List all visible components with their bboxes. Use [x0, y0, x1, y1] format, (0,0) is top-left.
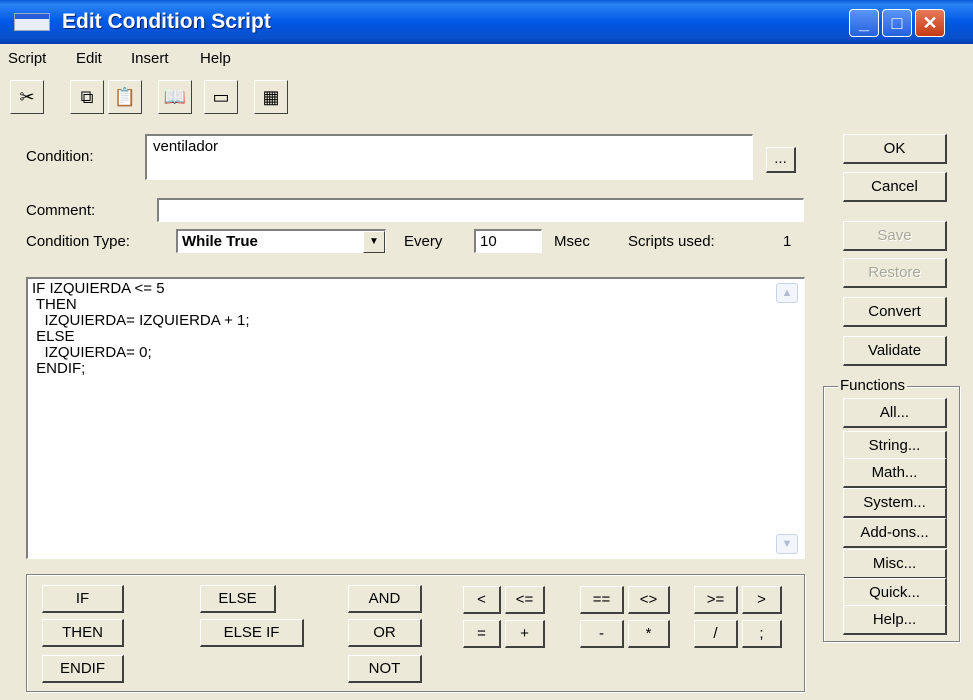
functions-all-button[interactable]: All... — [843, 398, 947, 428]
minus-button[interactable]: - — [580, 620, 624, 648]
paste-icon[interactable]: 📋 — [108, 80, 142, 114]
multiply-button[interactable]: * — [628, 620, 670, 648]
script-text: IF IZQUIERDA <= 5 THEN IZQUIERDA= IZQUIE… — [32, 280, 250, 377]
browse-condition-button[interactable]: ... — [766, 147, 796, 173]
convert-button[interactable]: Convert — [843, 297, 947, 327]
or-button[interactable]: OR — [348, 619, 422, 647]
menu-insert[interactable]: Insert — [131, 50, 169, 67]
close-button[interactable]: ✕ — [915, 9, 945, 37]
window-title: Edit Condition Script — [62, 10, 271, 33]
every-label: Every — [404, 233, 443, 250]
menu-script[interactable]: Script — [8, 50, 46, 67]
condition-field[interactable]: ventilador — [145, 134, 753, 180]
not-equal-button[interactable]: <> — [628, 586, 670, 614]
window-icon — [14, 13, 50, 31]
greater-equal-button[interactable]: >= — [694, 586, 738, 614]
menu-bar: Script Edit Insert Help — [0, 44, 973, 72]
title-bar[interactable]: Edit Condition Script _ □ ✕ — [0, 0, 973, 44]
functions-quick-button[interactable]: Quick... — [843, 578, 947, 608]
edit-condition-script-window: Edit Condition Script _ □ ✕ Script Edit … — [0, 0, 973, 700]
scroll-up-icon[interactable]: ▲ — [776, 283, 798, 303]
cut-icon[interactable]: ✂ — [10, 80, 44, 114]
comment-label: Comment: — [26, 202, 96, 219]
semicolon-button[interactable]: ; — [742, 620, 782, 648]
condition-type-value: While True — [182, 233, 258, 250]
plus-button[interactable]: + — [505, 620, 545, 648]
window-frame-icon[interactable]: ▭ — [204, 80, 238, 114]
functions-string-button[interactable]: String... — [843, 431, 947, 461]
greater-than-button[interactable]: > — [742, 586, 782, 614]
equal-compare-button[interactable]: == — [580, 586, 624, 614]
condition-type-select[interactable]: While True ▼ — [176, 229, 386, 253]
and-button[interactable]: AND — [348, 585, 422, 613]
functions-help-button[interactable]: Help... — [843, 605, 947, 635]
scripts-used-label: Scripts used: — [628, 233, 715, 250]
less-equal-button[interactable]: <= — [505, 586, 545, 614]
functions-addons-button[interactable]: Add-ons... — [843, 518, 947, 548]
cancel-button[interactable]: Cancel — [843, 172, 947, 202]
menu-help[interactable]: Help — [200, 50, 231, 67]
msec-label: Msec — [554, 233, 590, 250]
ok-button[interactable]: OK — [843, 134, 947, 164]
condition-value: ventilador — [153, 138, 219, 155]
maximize-button[interactable]: □ — [882, 9, 912, 37]
then-button[interactable]: THEN — [42, 619, 124, 647]
book-icon[interactable]: 📖 — [158, 80, 192, 114]
if-button[interactable]: IF — [42, 585, 124, 613]
image-icon[interactable]: ▦ — [254, 80, 288, 114]
endif-button[interactable]: ENDIF — [42, 655, 124, 683]
scripts-used-value: 1 — [783, 233, 792, 250]
menu-edit[interactable]: Edit — [76, 50, 102, 67]
less-than-button[interactable]: < — [463, 586, 501, 614]
functions-title: Functions — [838, 377, 908, 394]
functions-system-button[interactable]: System... — [843, 488, 947, 518]
copy-icon[interactable]: ⧉ — [70, 80, 104, 114]
chevron-down-icon[interactable]: ▼ — [363, 231, 385, 253]
every-input[interactable]: 10 — [474, 229, 542, 253]
every-value: 10 — [480, 233, 497, 250]
comment-input[interactable] — [157, 198, 804, 222]
else-if-button[interactable]: ELSE IF — [200, 619, 304, 647]
scroll-down-icon[interactable]: ▼ — [776, 534, 798, 554]
else-button[interactable]: ELSE — [200, 585, 276, 613]
script-editor[interactable]: IF IZQUIERDA <= 5 THEN IZQUIERDA= IZQUIE… — [26, 277, 805, 559]
functions-math-button[interactable]: Math... — [843, 458, 947, 488]
validate-button[interactable]: Validate — [843, 336, 947, 366]
functions-misc-button[interactable]: Misc... — [843, 549, 947, 579]
condition-type-label: Condition Type: — [26, 233, 130, 250]
assign-button[interactable]: = — [463, 620, 501, 648]
not-button[interactable]: NOT — [348, 655, 422, 683]
condition-label: Condition: — [26, 148, 94, 165]
restore-button[interactable]: Restore — [843, 258, 947, 288]
save-button[interactable]: Save — [843, 221, 947, 251]
minimize-button[interactable]: _ — [849, 9, 879, 37]
divide-button[interactable]: / — [694, 620, 738, 648]
